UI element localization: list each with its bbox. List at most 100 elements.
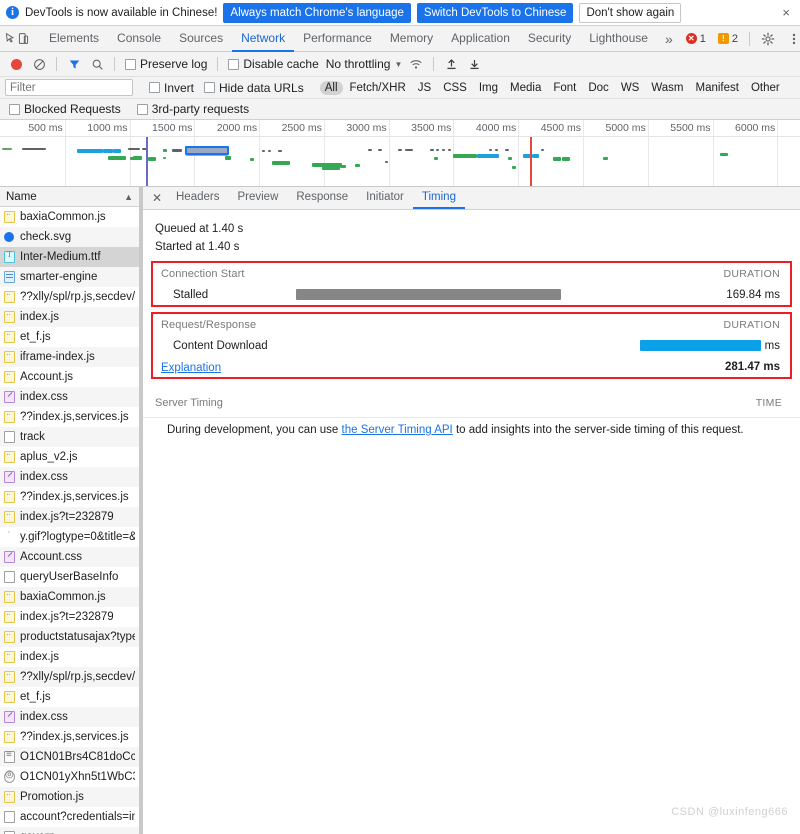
request-row[interactable]: et_f.js xyxy=(0,687,139,707)
timeline-ruler: 500 ms 1000 ms 1500 ms 2000 ms 2500 ms 3000 m… xyxy=(0,120,800,186)
close-icon[interactable]: × xyxy=(782,6,790,19)
dont-show-again-button[interactable]: Don't show again xyxy=(579,2,682,23)
switch-devtools-to-chinese-button[interactable]: Switch DevTools to Chinese xyxy=(416,2,574,23)
request-row[interactable]: track xyxy=(0,427,139,447)
timing-row-stalled[interactable]: Stalled 169.84 ms xyxy=(153,284,790,305)
request-row[interactable]: productstatusajax?type=q xyxy=(0,627,139,647)
type-filter-js[interactable]: JS xyxy=(413,81,436,95)
error-count-badge[interactable]: ✕ 1 xyxy=(681,32,711,46)
tab-memory[interactable]: Memory xyxy=(381,26,442,52)
tab-elements[interactable]: Elements xyxy=(40,26,108,52)
font-file-icon xyxy=(4,250,15,263)
type-filter-manifest[interactable]: Manifest xyxy=(691,81,744,95)
request-row[interactable]: index.js xyxy=(0,647,139,667)
inspect-element-icon[interactable] xyxy=(4,27,17,51)
timeline-request-bar xyxy=(225,156,231,160)
detail-tab-response[interactable]: Response xyxy=(287,187,357,209)
request-row[interactable]: check.svg xyxy=(0,227,139,247)
duration-header: DURATION xyxy=(723,267,780,280)
request-row[interactable]: Inter-Medium.ttf xyxy=(0,247,139,267)
request-row[interactable]: ??xlly/spl/rp.js,secdev/nsv/ xyxy=(0,667,139,687)
timing-row-content-download[interactable]: Content Download 111.63 ms xyxy=(153,335,790,356)
request-list[interactable]: baxiaCommon.js check.svg Inter-Medium.ttf s… xyxy=(0,207,139,834)
request-row[interactable]: baxiaCommon.js xyxy=(0,587,139,607)
request-row[interactable]: ??index.js,services.js xyxy=(0,727,139,747)
preserve-log-checkbox[interactable]: Preserve log xyxy=(121,57,211,71)
disable-cache-checkbox[interactable]: Disable cache xyxy=(224,57,322,71)
hide-data-urls-checkbox[interactable]: Hide data URLs xyxy=(200,81,308,95)
type-filter-img[interactable]: Img xyxy=(474,81,503,95)
export-har-icon[interactable] xyxy=(463,53,485,75)
tab-security[interactable]: Security xyxy=(519,26,580,52)
request-row[interactable]: et_f.js xyxy=(0,327,139,347)
more-tabs-icon[interactable]: » xyxy=(657,26,681,52)
detail-tab-timing[interactable]: Timing xyxy=(412,187,465,209)
type-filter-css[interactable]: CSS xyxy=(438,81,472,95)
tab-performance[interactable]: Performance xyxy=(294,26,381,52)
filter-input[interactable] xyxy=(5,79,133,96)
clear-icon[interactable] xyxy=(28,53,50,75)
request-row[interactable]: iframe-index.js xyxy=(0,347,139,367)
request-row[interactable]: queryUserBaseInfo xyxy=(0,567,139,587)
type-filter-fetch-xhr[interactable]: Fetch/XHR xyxy=(345,81,411,95)
request-row[interactable]: account?credentials=inclu xyxy=(0,807,139,827)
request-row[interactable]: ??index.js,services.js xyxy=(0,487,139,507)
request-row[interactable]: index.css xyxy=(0,707,139,727)
timeline-selection-window[interactable] xyxy=(185,146,229,155)
type-filter-doc[interactable]: Doc xyxy=(583,81,613,95)
detail-tab-preview[interactable]: Preview xyxy=(228,187,287,209)
gear-icon[interactable] xyxy=(756,27,780,51)
request-row[interactable]: O1CN01Brs4C81doCcbIEL xyxy=(0,747,139,767)
timeline-tick-label: 5500 ms xyxy=(670,122,711,134)
type-filter-ws[interactable]: WS xyxy=(616,81,645,95)
type-filter-wasm[interactable]: Wasm xyxy=(646,81,688,95)
explanation-link[interactable]: Explanation xyxy=(161,362,221,374)
request-row[interactable]: index.css xyxy=(0,467,139,487)
tab-network[interactable]: Network xyxy=(232,26,295,52)
blocked-requests-checkbox[interactable]: Blocked Requests xyxy=(5,102,125,116)
request-row[interactable]: Account.js xyxy=(0,367,139,387)
tab-console[interactable]: Console xyxy=(108,26,170,52)
record-button[interactable] xyxy=(5,53,27,75)
third-party-requests-checkbox[interactable]: 3rd-party requests xyxy=(133,102,253,116)
request-row[interactable]: baxiaCommon.js xyxy=(0,207,139,227)
detail-tab-initiator[interactable]: Initiator xyxy=(357,187,413,209)
request-row[interactable]: index.css xyxy=(0,387,139,407)
type-filter-other[interactable]: Other xyxy=(746,81,785,95)
request-row[interactable]: index.js?t=232879 xyxy=(0,607,139,627)
search-icon[interactable] xyxy=(86,53,108,75)
name-column-header[interactable]: Name ▲ xyxy=(0,187,139,207)
request-row[interactable]: Promotion.js xyxy=(0,787,139,807)
close-panel-icon[interactable]: ✕ xyxy=(147,187,167,209)
invert-checkbox[interactable]: Invert xyxy=(145,81,198,95)
server-timing-api-link[interactable]: the Server Timing API xyxy=(342,424,453,436)
tab-lighthouse[interactable]: Lighthouse xyxy=(580,26,657,52)
tab-sources[interactable]: Sources xyxy=(170,26,232,52)
request-row[interactable]: Account.css xyxy=(0,547,139,567)
network-timeline-overview[interactable]: 500 ms 1000 ms 1500 ms 2000 ms 2500 ms 3000 m… xyxy=(0,120,800,187)
request-row[interactable]: smarter-engine xyxy=(0,267,139,287)
kebab-menu-icon[interactable] xyxy=(782,27,800,51)
detail-tab-headers[interactable]: Headers xyxy=(167,187,228,209)
type-filter-media[interactable]: Media xyxy=(505,81,546,95)
request-row[interactable]: ??index.js,services.js xyxy=(0,407,139,427)
request-row[interactable]: ??xlly/spl/rp.js,secdev/nsv/ xyxy=(0,287,139,307)
request-row[interactable]: index.js xyxy=(0,307,139,327)
filter-icon[interactable] xyxy=(63,53,85,75)
timeline-tick: 3000 ms xyxy=(346,120,390,186)
timeline-request-bar xyxy=(434,157,438,160)
request-row[interactable]: govern xyxy=(0,827,139,834)
tab-application[interactable]: Application xyxy=(442,26,519,52)
throttling-dropdown[interactable]: No throttling ▼ xyxy=(324,57,405,71)
import-har-icon[interactable] xyxy=(440,53,462,75)
request-row[interactable]: y.gif?logtype=0&title=&p xyxy=(0,527,139,547)
device-toolbar-icon[interactable] xyxy=(17,27,30,51)
network-conditions-icon[interactable] xyxy=(405,53,427,75)
always-match-language-button[interactable]: Always match Chrome's language xyxy=(223,2,411,23)
warning-count-badge[interactable]: ! 2 xyxy=(713,32,743,46)
request-row[interactable]: aplus_v2.js xyxy=(0,447,139,467)
request-row[interactable]: index.js?t=232879 xyxy=(0,507,139,527)
request-row[interactable]: O1CN01yXhn5t1WbC3mV xyxy=(0,767,139,787)
type-filter-all[interactable]: All xyxy=(319,80,343,95)
type-filter-font[interactable]: Font xyxy=(548,81,581,95)
